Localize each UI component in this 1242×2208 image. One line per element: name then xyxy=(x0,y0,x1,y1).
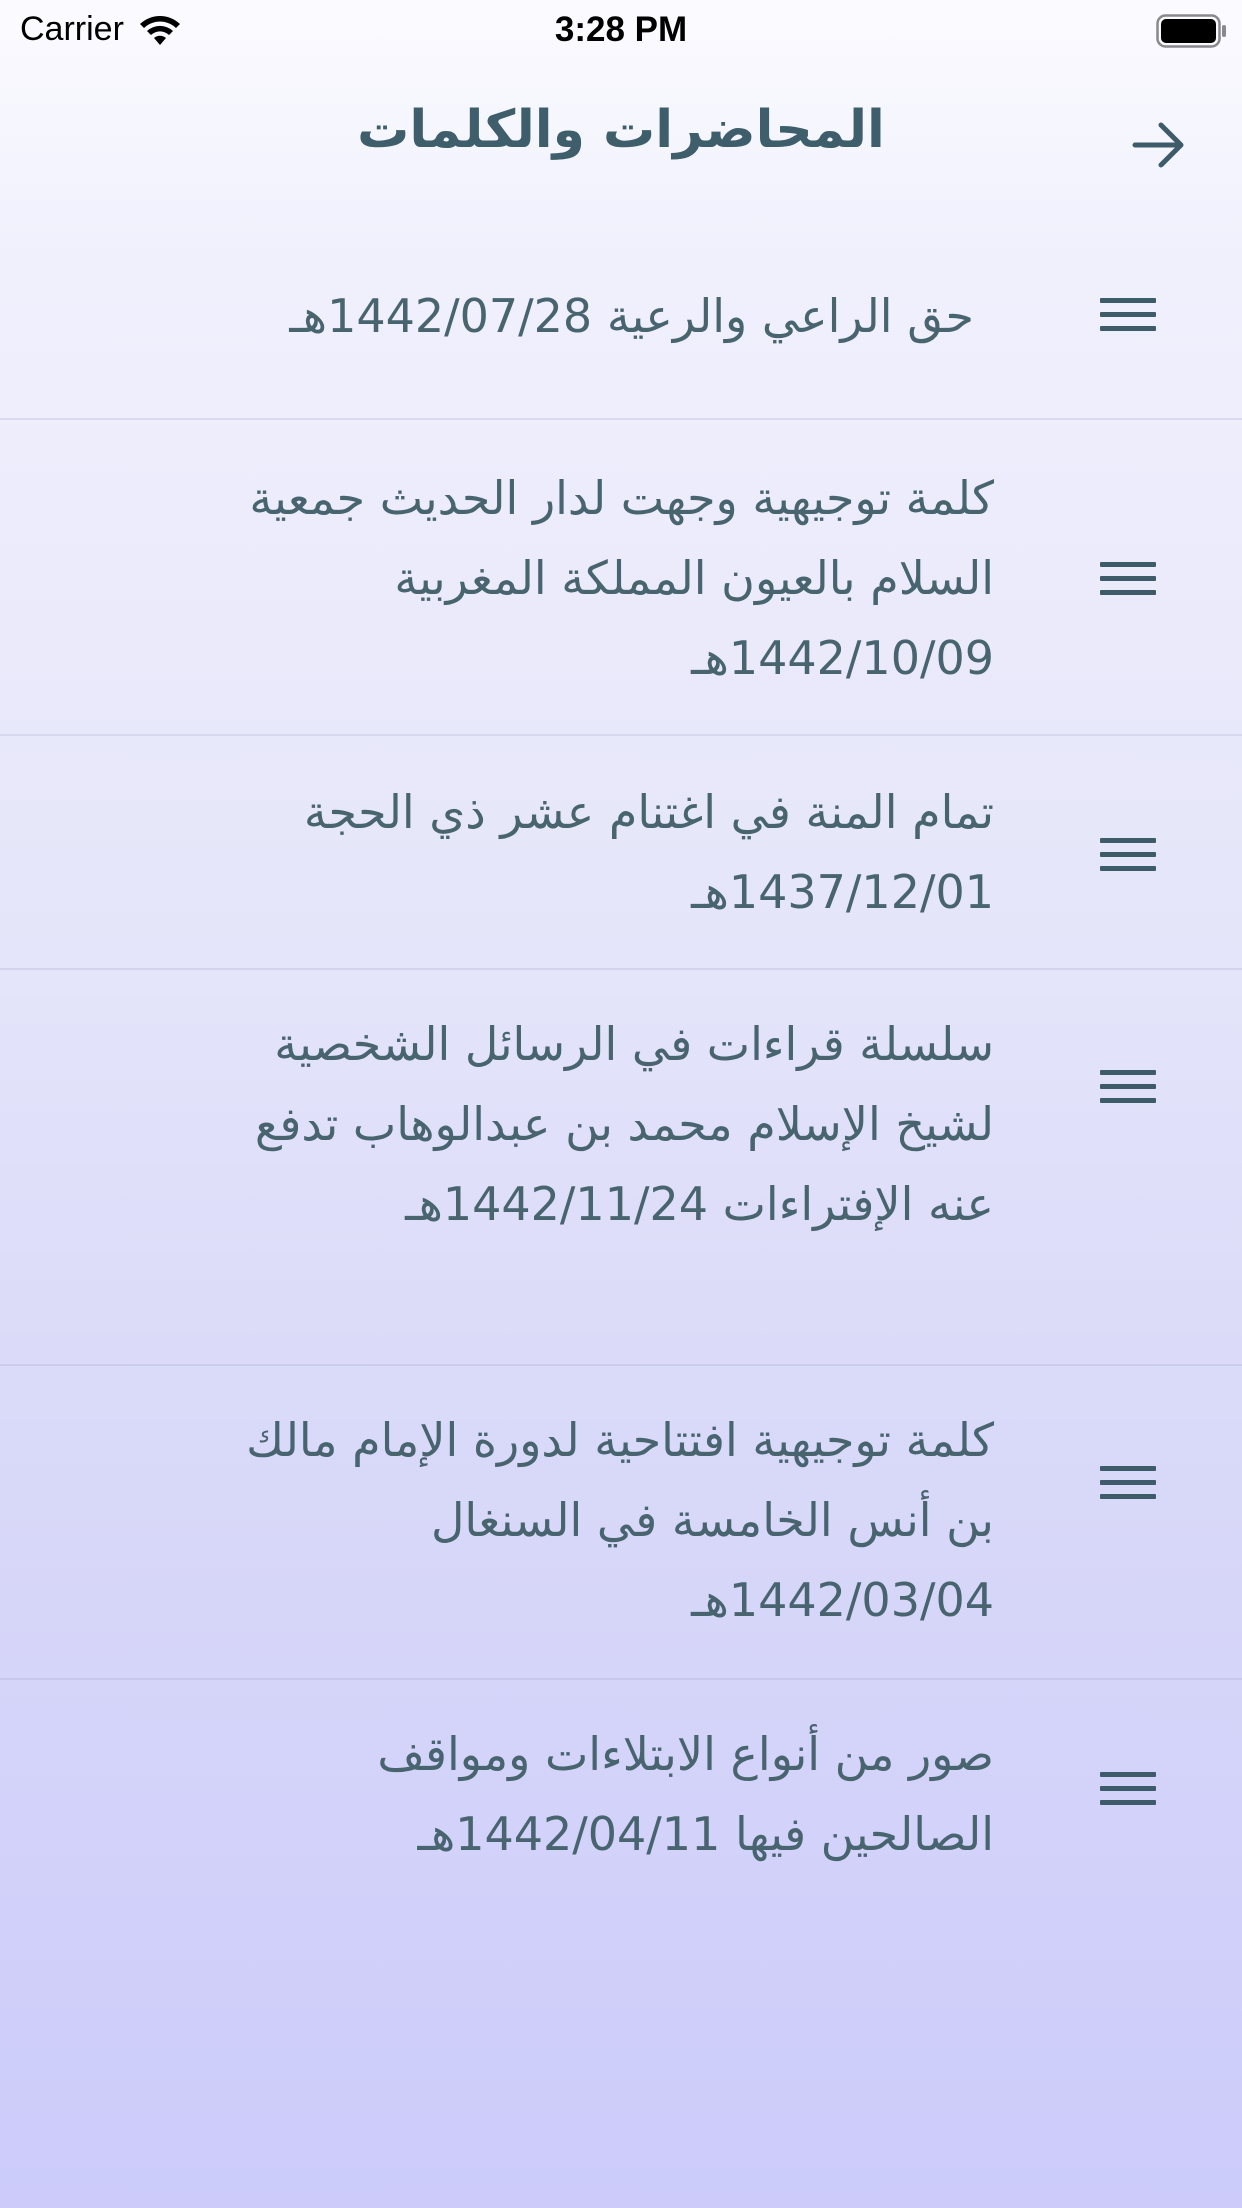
lecture-title: صور من أنواع الابتلاءات ومواقف الصالحين … xyxy=(377,1727,994,1861)
lecture-title: كلمة توجيهية وجهت لدار الحديث جمعية السل… xyxy=(249,471,994,685)
list-item[interactable]: كلمة توجيهية افتتاحية لدورة الإمام مالك … xyxy=(0,1366,1242,1680)
list-item[interactable]: حق الراعي والرعية 1442/07/28هـ xyxy=(0,212,1242,420)
lecture-title: سلسلة قراءات في الرسائل الشخصية لشيخ الإ… xyxy=(254,1017,994,1231)
list-item[interactable]: تمام المنة في اغتنام عشر ذي الحجة 1437/1… xyxy=(0,736,1242,970)
list-item[interactable]: سلسلة قراءات في الرسائل الشخصية لشيخ الإ… xyxy=(0,970,1242,1366)
list-item[interactable]: كلمة توجيهية وجهت لدار الحديث جمعية السل… xyxy=(0,420,1242,736)
list-item[interactable]: صور من أنواع الابتلاءات ومواقف الصالحين … xyxy=(0,1680,1242,1900)
lecture-title: كلمة توجيهية افتتاحية لدورة الإمام مالك … xyxy=(246,1413,994,1627)
menu-icon[interactable] xyxy=(1100,832,1156,876)
menu-icon[interactable] xyxy=(1100,1460,1156,1504)
lecture-list: حق الراعي والرعية 1442/07/28هـ كلمة توجي… xyxy=(0,212,1242,1900)
battery-icon xyxy=(1156,14,1226,48)
navigation-bar: المحاضرات والكلمات xyxy=(0,62,1242,212)
menu-icon[interactable] xyxy=(1100,1064,1156,1108)
lecture-title: حق الراعي والرعية 1442/07/28هـ xyxy=(289,289,974,343)
status-time: 3:28 PM xyxy=(554,10,688,49)
arrow-right-icon xyxy=(1132,122,1184,168)
menu-icon[interactable] xyxy=(1100,556,1156,600)
menu-icon[interactable] xyxy=(1100,292,1156,336)
lecture-title: تمام المنة في اغتنام عشر ذي الحجة 1437/1… xyxy=(303,785,994,919)
status-bar: Carrier 3:28 PM xyxy=(0,0,1242,62)
menu-icon[interactable] xyxy=(1100,1766,1156,1810)
back-button[interactable] xyxy=(1128,114,1190,176)
page-title: المحاضرات والكلمات xyxy=(357,100,885,160)
